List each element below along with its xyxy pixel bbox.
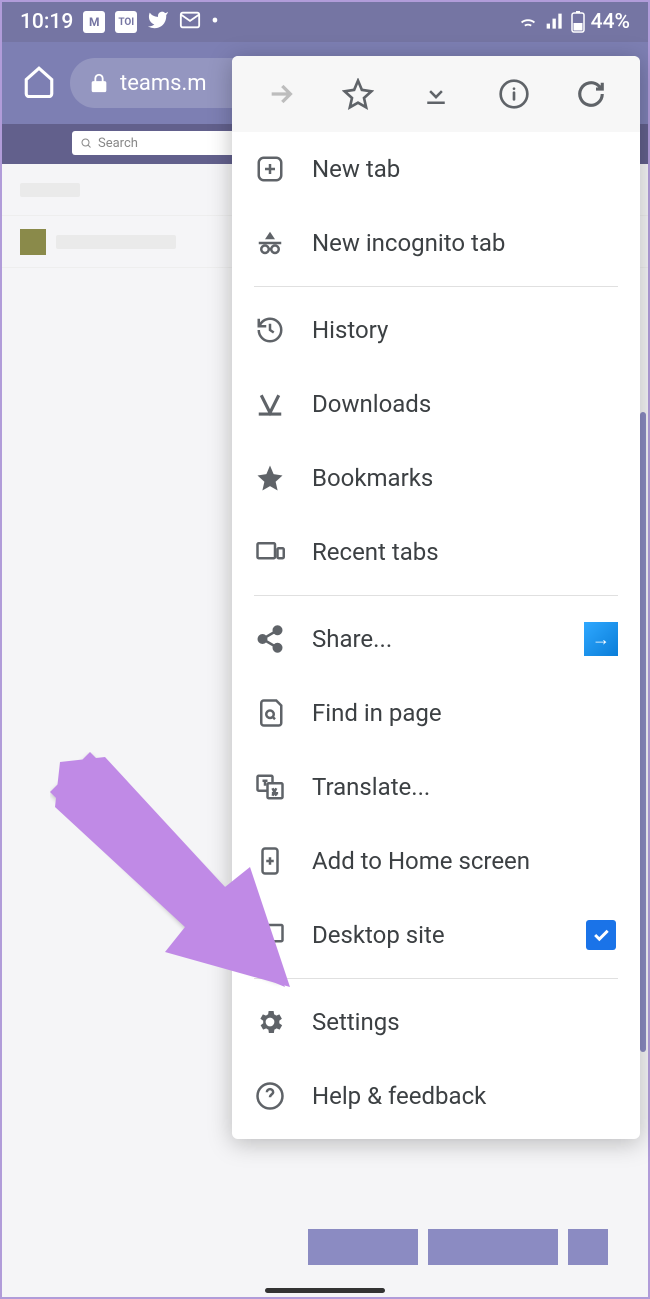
menu-recent-tabs[interactable]: Recent tabs — [232, 515, 640, 589]
menu-label: Settings — [312, 1008, 618, 1036]
home-icon[interactable] — [22, 64, 56, 102]
search-icon — [80, 137, 92, 149]
menu-help[interactable]: Help & feedback — [232, 1059, 640, 1133]
divider — [254, 595, 618, 596]
app-icon-m: M — [83, 11, 105, 33]
info-button[interactable] — [492, 72, 536, 116]
menu-label: New incognito tab — [312, 229, 618, 257]
clock: 10:19 — [20, 10, 73, 34]
wifi-icon — [517, 11, 539, 33]
nav-handle[interactable] — [265, 1288, 385, 1293]
battery-icon — [571, 11, 585, 33]
divider — [254, 978, 618, 979]
settings-icon — [254, 1006, 286, 1038]
find-icon — [254, 697, 286, 729]
menu-new-tab[interactable]: New tab — [232, 132, 640, 206]
share-icon — [254, 623, 286, 655]
menu-desktop-site[interactable]: Desktop site — [232, 898, 640, 972]
url-text: teams.m — [120, 71, 207, 96]
menu-history[interactable]: History — [232, 293, 640, 367]
incognito-icon — [254, 227, 286, 259]
help-icon — [254, 1080, 286, 1112]
menu-label: Find in page — [312, 699, 618, 727]
chrome-menu: New tab New incognito tab History Downlo… — [232, 56, 640, 1139]
share-target-icon: → — [584, 622, 618, 656]
menu-label: New tab — [312, 155, 618, 183]
search-placeholder: Search — [98, 136, 138, 151]
menu-find[interactable]: Find in page — [232, 676, 640, 750]
menu-label: Translate... — [312, 773, 618, 801]
history-icon — [254, 314, 286, 346]
new-tab-icon — [254, 153, 286, 185]
more-notif-icon: • — [211, 10, 218, 34]
menu-label: Add to Home screen — [312, 847, 618, 875]
add-home-icon — [254, 845, 286, 877]
menu-add-home[interactable]: Add to Home screen — [232, 824, 640, 898]
menu-bookmarks[interactable]: Bookmarks — [232, 441, 640, 515]
menu-label: Downloads — [312, 390, 618, 418]
scrollbar[interactable] — [640, 412, 646, 1052]
divider — [254, 286, 618, 287]
menu-label: Help & feedback — [312, 1082, 618, 1110]
lock-icon — [88, 72, 110, 94]
menu-settings[interactable]: Settings — [232, 985, 640, 1059]
battery-pct: 44% — [591, 10, 630, 34]
menu-label: Bookmarks — [312, 464, 618, 492]
bookmark-button[interactable] — [336, 72, 380, 116]
app-icon-toi: TOI — [115, 11, 137, 33]
downloads-icon — [254, 388, 286, 420]
avatar — [20, 229, 46, 255]
menu-label: Recent tabs — [312, 538, 618, 566]
gmail-icon — [179, 9, 201, 36]
menu-translate[interactable]: Translate... — [232, 750, 640, 824]
menu-label: History — [312, 316, 618, 344]
signal-icon — [545, 12, 565, 32]
desktop-icon — [254, 919, 286, 951]
bookmarks-icon — [254, 462, 286, 494]
menu-share[interactable]: Share... → — [232, 602, 640, 676]
download-button[interactable] — [414, 72, 458, 116]
menu-incognito[interactable]: New incognito tab — [232, 206, 640, 280]
translate-icon — [254, 771, 286, 803]
menu-label: Share... — [312, 625, 558, 653]
menu-label: Desktop site — [312, 921, 558, 949]
desktop-checkbox[interactable] — [584, 918, 618, 952]
menu-downloads[interactable]: Downloads — [232, 367, 640, 441]
reload-button[interactable] — [569, 72, 613, 116]
status-bar: 10:19 M TOI • 44% — [2, 2, 648, 42]
recent-tabs-icon — [254, 536, 286, 568]
twitter-icon — [147, 9, 169, 36]
forward-button[interactable] — [259, 72, 303, 116]
